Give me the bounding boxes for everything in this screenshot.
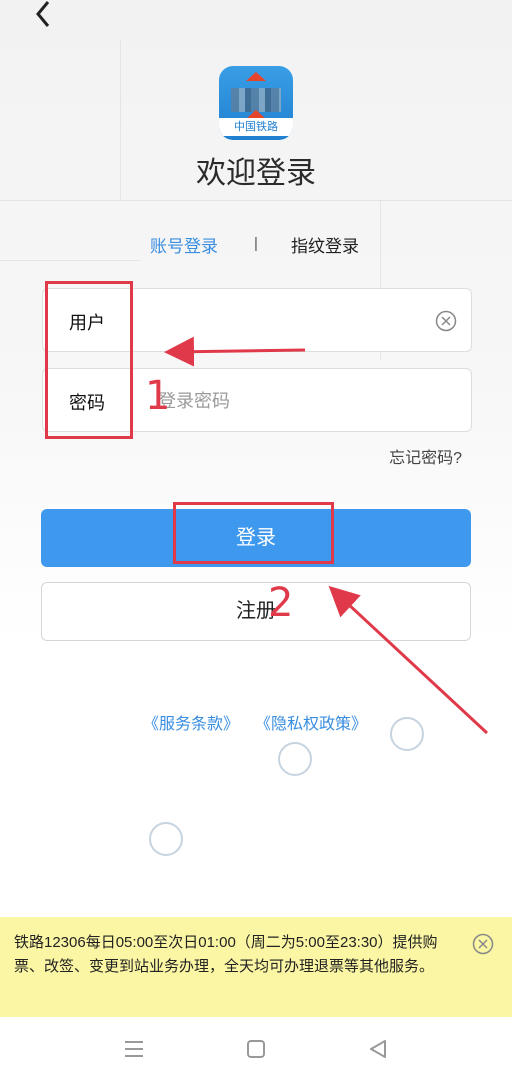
annotation-arrows <box>164 336 489 735</box>
annotation-arrow-2 <box>328 585 489 735</box>
annotation-arrow-1 <box>164 336 306 367</box>
